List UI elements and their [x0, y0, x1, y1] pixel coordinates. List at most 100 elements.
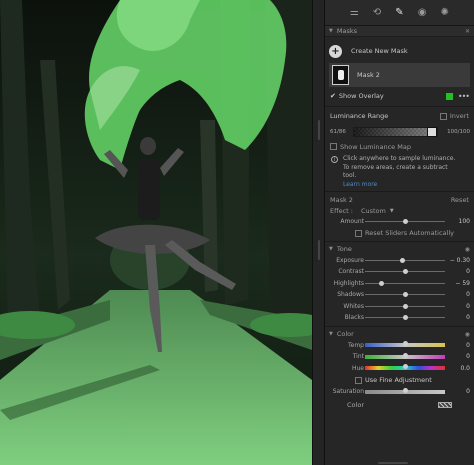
eye-icon[interactable]: ◉ [465, 331, 470, 338]
close-icon[interactable]: ✕ [465, 28, 470, 35]
slider-value[interactable]: 0 [466, 388, 470, 395]
slider-label: Hue [351, 364, 364, 372]
tone-shadows-slider[interactable]: Shadows 0 [325, 289, 474, 301]
color-temp-slider[interactable]: Temp 0 [325, 340, 474, 352]
slider-knob[interactable] [402, 219, 408, 224]
mask-list-item[interactable]: Mask 2 [329, 63, 470, 87]
more-options-icon[interactable]: ••• [458, 92, 470, 101]
checkbox-box[interactable] [439, 112, 447, 120]
color-hue-slider[interactable]: Hue 0.0 [325, 363, 474, 375]
slider-value[interactable]: 0 [466, 303, 470, 310]
edit-toolbar: ⚌ ⟲ ✎ ◉ ✺ [325, 0, 474, 26]
brush-icon[interactable]: ✎ [393, 7, 405, 19]
slider-value[interactable]: 0 [466, 353, 470, 360]
tone-blacks-slider[interactable]: Blacks 0 [325, 312, 474, 324]
color-sliders: Temp 0 Tint 0 Hue 0.0 [325, 340, 474, 375]
amount-slider[interactable]: Amount 100 [325, 216, 474, 228]
color-swatch-row[interactable]: Color [325, 398, 474, 412]
chevron-down-icon[interactable]: ▼ [390, 208, 394, 214]
overlay-color-swatch[interactable] [445, 92, 453, 100]
slider-knob[interactable] [402, 292, 408, 297]
tone-contrast-slider[interactable]: Contrast 0 [325, 266, 474, 278]
tone-highlights-slider[interactable]: Highlights − 59 [325, 278, 474, 290]
effect-row[interactable]: Effect : Custom ▼ [325, 205, 474, 216]
amount-label: Amount [340, 218, 364, 226]
slider-value[interactable]: 0 [466, 342, 470, 349]
tone-title: Tone [336, 245, 352, 253]
slider-track[interactable] [365, 352, 445, 359]
slider-value[interactable]: 0.0 [460, 365, 470, 372]
invert-checkbox[interactable]: Invert [439, 112, 469, 120]
reset-auto-row[interactable]: Reset Sliders Automatically [325, 228, 474, 239]
slider-knob[interactable] [402, 341, 408, 346]
tone-header[interactable]: ▼ Tone ◉ [325, 243, 474, 255]
create-new-mask-button[interactable]: + Create New Mask [329, 40, 470, 62]
color-saturation-slider[interactable]: Saturation 0 [325, 386, 474, 398]
checkbox-box[interactable] [330, 143, 337, 150]
masking-panel: ⚌ ⟲ ✎ ◉ ✺ ▼ Masks ✕ + Create New Mask Ma… [325, 0, 474, 465]
show-luminance-map-label: Show Luminance Map [340, 142, 411, 151]
eye-icon[interactable]: ◉ [416, 7, 428, 19]
info-icon: i [331, 156, 338, 163]
slider-knob[interactable] [402, 315, 408, 320]
mask-circle-icon[interactable]: ✺ [439, 7, 451, 19]
eye-icon[interactable]: ◉ [465, 246, 470, 253]
tone-whites-slider[interactable]: Whites 0 [325, 301, 474, 313]
slider-label: Tint [352, 353, 364, 361]
slider-track[interactable] [365, 303, 445, 309]
color-tint-slider[interactable]: Tint 0 [325, 351, 474, 363]
luminance-range-slider[interactable]: 61/86 100/100 [325, 123, 474, 141]
slider-value[interactable]: 0 [466, 291, 470, 298]
info-text: Click anywhere to sample luminance. To r… [343, 155, 461, 189]
slider-knob[interactable] [402, 269, 408, 274]
show-overlay-row[interactable]: ✔ Show Overlay ••• [325, 88, 474, 104]
effect-dropdown[interactable]: Custom [361, 207, 386, 215]
slider-value[interactable]: − 0.30 [450, 257, 470, 264]
slider-track[interactable] [365, 341, 445, 347]
color-chip[interactable] [438, 401, 452, 408]
slider-track[interactable] [365, 269, 445, 274]
checkbox-box[interactable] [355, 376, 362, 384]
reset-auto-label: Reset Sliders Automatically [365, 229, 454, 237]
divider-grip[interactable] [318, 120, 320, 140]
luminance-range-title: Luminance Range [330, 112, 389, 120]
fine-adjustment-row[interactable]: Use Fine Adjustment [325, 374, 474, 386]
masks-header[interactable]: ▼ Masks ✕ [325, 26, 474, 37]
sliders-icon[interactable]: ⚌ [348, 7, 360, 19]
tone-sliders: Exposure − 0.30 Contrast 0 Highlights − 59 Sha… [325, 255, 474, 324]
eyedropper-icon[interactable] [427, 127, 437, 137]
slider-track[interactable] [365, 280, 445, 286]
slider-value[interactable]: 0 [466, 314, 470, 321]
luminance-info: i Click anywhere to sample luminance. To… [325, 152, 474, 189]
tone-exposure-slider[interactable]: Exposure − 0.30 [325, 255, 474, 267]
slider-value[interactable]: 0 [466, 268, 470, 275]
slider-knob[interactable] [402, 387, 408, 393]
slider-track[interactable] [365, 387, 445, 394]
checkmark-icon[interactable]: ✔ [330, 92, 336, 100]
show-luminance-map-row[interactable]: Show Luminance Map [325, 141, 474, 152]
slider-knob[interactable] [402, 352, 408, 358]
photo-canvas[interactable] [0, 0, 312, 465]
color-header[interactable]: ▼ Color ◉ [325, 328, 474, 340]
slider-knob[interactable] [379, 280, 385, 286]
slider-knob[interactable] [402, 364, 408, 369]
amount-value[interactable]: 100 [459, 218, 470, 225]
slider-track[interactable] [365, 219, 445, 224]
slider-track[interactable] [365, 292, 445, 297]
luminance-range-bar[interactable] [353, 127, 438, 137]
reset-button[interactable]: Reset [451, 196, 469, 204]
slider-knob[interactable] [402, 303, 408, 309]
photo-with-mask-overlay [0, 0, 312, 465]
panel-divider[interactable] [312, 0, 325, 465]
slider-track[interactable] [365, 257, 445, 263]
slider-label: Contrast [338, 268, 364, 276]
slider-track[interactable] [365, 315, 445, 320]
slider-label: Whites [343, 302, 364, 310]
checkbox-box[interactable] [355, 229, 362, 237]
slider-knob[interactable] [400, 257, 406, 263]
divider-grip[interactable] [318, 240, 320, 260]
slider-track[interactable] [365, 364, 445, 370]
learn-more-link[interactable]: Learn more [343, 181, 461, 190]
crop-rotate-icon[interactable]: ⟲ [371, 7, 383, 19]
slider-value[interactable]: − 59 [455, 280, 470, 287]
